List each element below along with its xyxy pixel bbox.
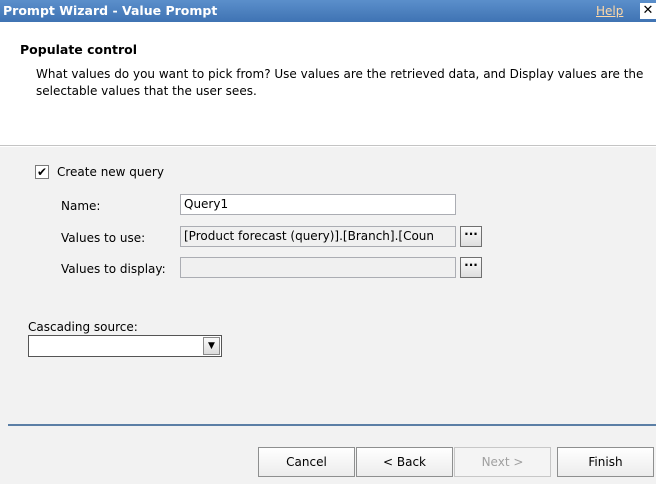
back-button[interactable]: < Back	[356, 447, 453, 477]
values-to-display-browse-button[interactable]: ···	[460, 257, 482, 278]
values-to-use-field[interactable]: [Product forecast (query)].[Branch].[Cou…	[180, 226, 456, 247]
values-to-display-field[interactable]	[180, 257, 456, 278]
create-query-label: Create new query	[57, 165, 164, 179]
window-title: Prompt Wizard - Value Prompt	[3, 3, 218, 18]
close-icon[interactable]: ✕	[640, 3, 656, 19]
name-field[interactable]: Query1	[180, 194, 456, 215]
finish-button[interactable]: Finish	[557, 447, 654, 477]
page-description: What values do you want to pick from? Us…	[36, 67, 644, 98]
values-to-use-label: Values to use:	[61, 231, 146, 245]
chevron-down-icon[interactable]: ▼	[203, 337, 220, 355]
page-title: Populate control	[20, 42, 138, 57]
title-bar: Prompt Wizard - Value Prompt Help ✕	[0, 0, 656, 22]
cancel-button[interactable]: Cancel	[258, 447, 355, 477]
values-to-use-browse-button[interactable]: ···	[460, 226, 482, 247]
values-to-display-label: Values to display:	[61, 262, 166, 276]
name-label: Name:	[61, 199, 101, 213]
cascading-source-label: Cascading source:	[28, 320, 138, 334]
wizard-header: Populate control What values do you want…	[0, 22, 656, 146]
footer-divider	[8, 424, 656, 426]
create-query-checkbox[interactable]: ✔	[35, 165, 49, 179]
cascading-source-select[interactable]: ▼	[28, 335, 222, 357]
next-button[interactable]: Next >	[454, 447, 551, 477]
help-link[interactable]: Help	[596, 4, 623, 18]
